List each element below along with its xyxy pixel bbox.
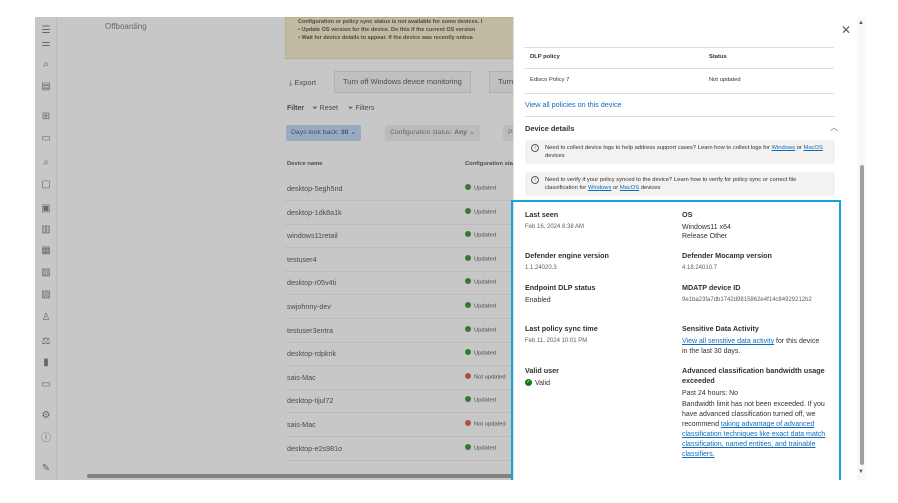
defender-mocamp-version: Defender Mocamp version 4.18.24010.7 <box>682 251 772 271</box>
macos-logs-link[interactable]: MacOS <box>803 145 822 151</box>
os-info: OS Windows11 x64 Release Other <box>682 210 731 240</box>
sensitive-data-activity: Sensitive Data Activity View all sensiti… <box>682 324 820 355</box>
last-policy-sync-time: Last policy sync time Feb 11, 2024 10:01… <box>525 324 598 344</box>
advanced-classification-bandwidth: Advanced classification bandwidth usage … <box>682 366 826 458</box>
macos-verify-link[interactable]: MacOS <box>620 185 639 191</box>
view-sensitive-data-activity-link[interactable]: View all sensitive data activity <box>682 338 774 345</box>
col-dlp-policy: DLP policy <box>530 54 560 60</box>
windows-logs-link[interactable]: Windows <box>772 145 796 151</box>
policy-name: Edisco Policy 7 <box>530 77 570 83</box>
device-details-heading: Device details <box>525 124 575 133</box>
close-icon[interactable]: ✕ <box>841 24 851 36</box>
verify-policy-info: i Need to verify if your policy synced t… <box>525 172 835 196</box>
view-all-policies-link[interactable]: View all policies on this device <box>525 100 622 109</box>
windows-verify-link[interactable]: Windows <box>588 185 612 191</box>
endpoint-dlp-status: Endpoint DLP status Enabled <box>525 283 596 304</box>
app-window: ☰ ⚌ ⌕ ▤ ⊞ ▭ ⌕ ▢ ▣ ▥ ▦ ▧ ▨ ♙ ⚖ ▮ ▭ ⚙ ⓘ ✎ Offboarding Configu… <box>35 17 865 480</box>
info-icon: i <box>531 144 539 152</box>
dlp-policy-table: DLP policy Status Edisco Policy 7 Not up… <box>524 47 834 99</box>
chevron-up-icon[interactable]: ︿ <box>830 122 838 133</box>
collect-logs-info: i Need to collect device logs to help ad… <box>525 140 835 164</box>
scroll-down-icon[interactable]: ▼ <box>858 469 864 475</box>
last-seen: Last seen Feb 16, 2024 8:38 AM <box>525 210 585 230</box>
defender-engine-version: Defender engine version 1.1.24020.3 <box>525 251 609 271</box>
device-details-box: Last seen Feb 16, 2024 8:38 AM OS Window… <box>511 200 841 480</box>
mdatp-device-id: MDATP device ID 9e1ba23fa7db1742d9815862… <box>682 283 812 303</box>
policy-status: Not updated <box>709 77 741 83</box>
valid-user: Valid user ✓ Valid <box>525 366 559 387</box>
col-status: Status <box>709 54 727 60</box>
screen: ☰ ⚌ ⌕ ▤ ⊞ ▭ ⌕ ▢ ▣ ▥ ▦ ▧ ▨ ♙ ⚖ ▮ ▭ ⚙ ⓘ ✎ Offboarding Configu… <box>0 0 898 503</box>
check-circle-icon: ✓ <box>525 378 532 386</box>
device-details-panel: ✕ ▲ ▼ DLP policy Status Edisco Policy 7 … <box>511 17 865 480</box>
vertical-scrollbar[interactable] <box>860 165 864 465</box>
scroll-up-icon[interactable]: ▲ <box>858 20 864 26</box>
info-icon: i <box>531 176 539 184</box>
